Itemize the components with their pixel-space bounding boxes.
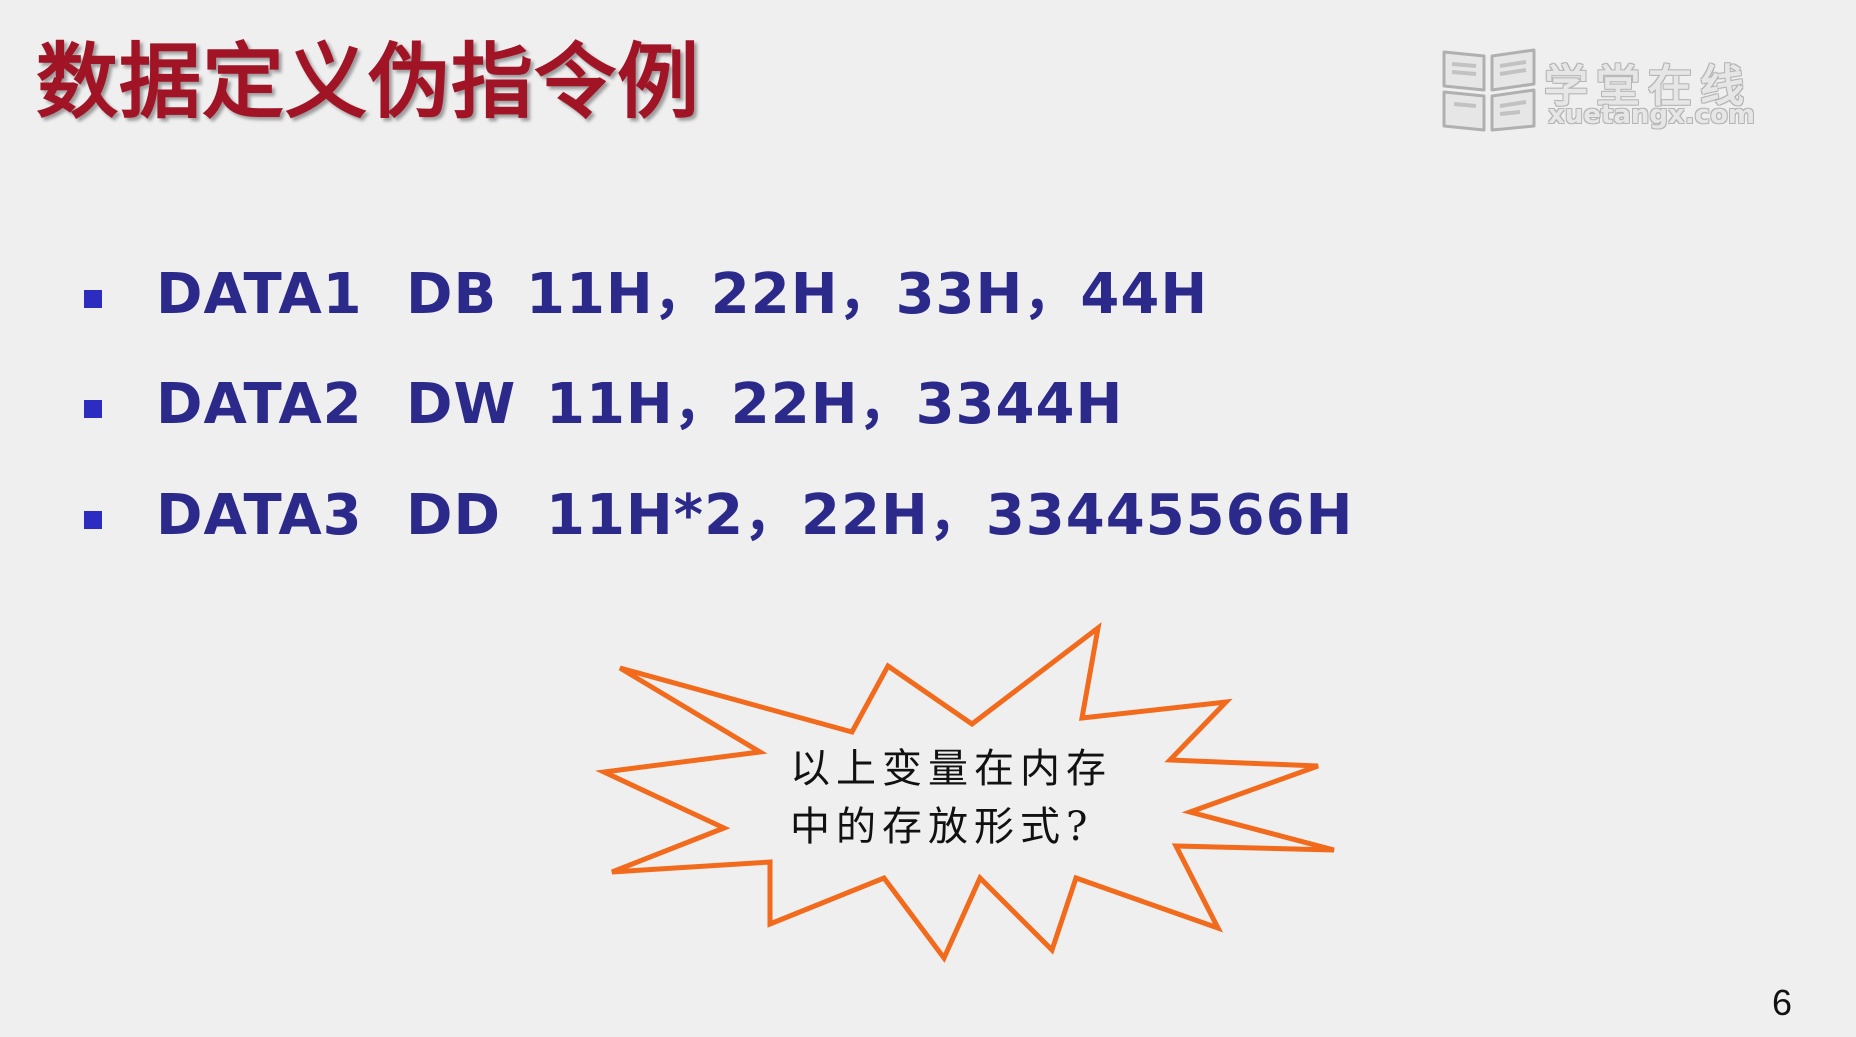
page-number: 6 xyxy=(1772,982,1793,1023)
callout-text: 以上变量在内存 中的存放形式? xyxy=(790,740,1150,856)
callout-line-2: 中的存放形式? xyxy=(790,804,1094,850)
callout-line-1: 以上变量在内存 xyxy=(790,746,1112,792)
slide: 数据定义伪指令例 学堂在线 xuetangx.com DATA1 DB 11H，22… xyxy=(0,0,1856,1037)
explosion-callout-shape xyxy=(595,622,1335,963)
